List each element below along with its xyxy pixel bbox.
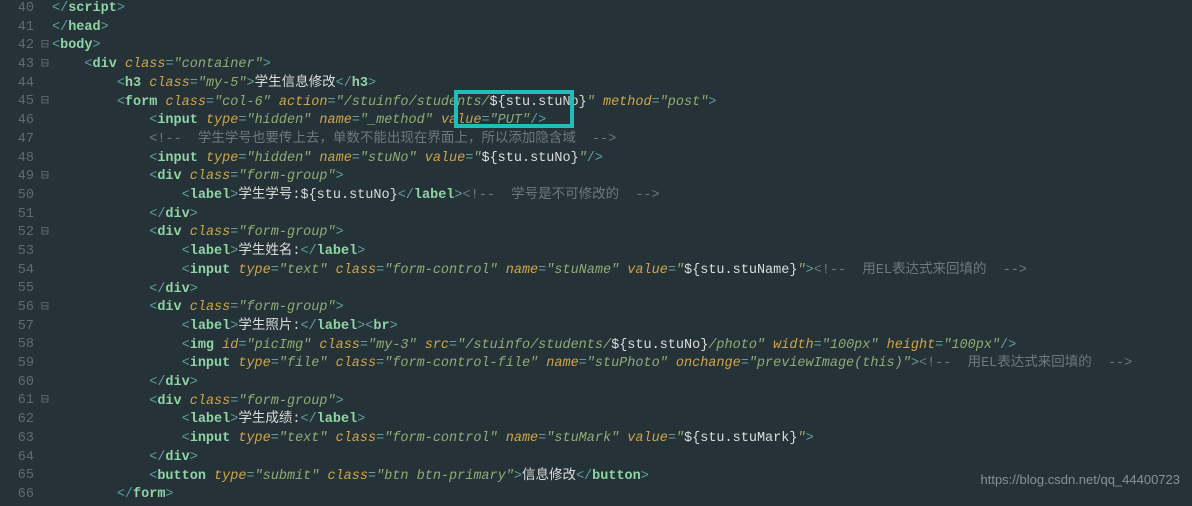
line-number: 62 (0, 411, 34, 430)
fold-toggle (38, 355, 52, 374)
line-number: 42 (0, 37, 34, 56)
line-number: 66 (0, 486, 34, 505)
fold-toggle (38, 243, 52, 262)
line-number: 57 (0, 318, 34, 337)
fold-toggle[interactable]: ⊟ (38, 93, 52, 112)
fold-toggle (38, 430, 52, 449)
line-number: 65 (0, 467, 34, 486)
code-line[interactable]: <div class="form-group"> (52, 168, 1132, 187)
line-number: 40 (0, 0, 34, 19)
code-line[interactable]: <label>学生学号:${stu.stuNo}</label><!-- 学号是… (52, 187, 1132, 206)
code-line[interactable]: <!-- 学生学号也要传上去，单数不能出现在界面上，所以添加隐含域 --> (52, 131, 1132, 150)
code-line[interactable]: <input type="file" class="form-control-f… (52, 355, 1132, 374)
fold-toggle[interactable]: ⊟ (38, 37, 52, 56)
line-number: 54 (0, 262, 34, 281)
fold-toggle (38, 486, 52, 505)
line-number: 41 (0, 19, 34, 38)
code-line[interactable]: <img id="picImg" class="my-3" src="/stui… (52, 337, 1132, 356)
code-line[interactable]: <label>学生姓名:</label> (52, 243, 1132, 262)
code-line[interactable]: </script> (52, 0, 1132, 19)
line-number: 45 (0, 93, 34, 112)
code-line[interactable]: </div> (52, 449, 1132, 468)
code-line[interactable]: <div class="form-group"> (52, 393, 1132, 412)
line-number: 55 (0, 280, 34, 299)
fold-toggle[interactable]: ⊟ (38, 224, 52, 243)
code-line[interactable]: <input type="text" class="form-control" … (52, 262, 1132, 281)
code-line[interactable]: </form> (52, 486, 1132, 505)
line-number: 47 (0, 131, 34, 150)
code-line[interactable]: <h3 class="my-5">学生信息修改</h3> (52, 75, 1132, 94)
line-number: 59 (0, 355, 34, 374)
line-number: 60 (0, 374, 34, 393)
fold-gutter: ⊟⊟⊟⊟⊟⊟⊟ (38, 0, 52, 505)
fold-toggle[interactable]: ⊟ (38, 168, 52, 187)
line-number: 56 (0, 299, 34, 318)
code-line[interactable]: <div class="container"> (52, 56, 1132, 75)
fold-toggle (38, 318, 52, 337)
line-number: 51 (0, 206, 34, 225)
line-number: 52 (0, 224, 34, 243)
code-line[interactable]: <label>学生成绩:</label> (52, 411, 1132, 430)
line-number: 48 (0, 150, 34, 169)
code-line[interactable]: </head> (52, 19, 1132, 38)
code-line[interactable]: <input type="hidden" name="stuNo" value=… (52, 150, 1132, 169)
fold-toggle (38, 411, 52, 430)
fold-toggle (38, 19, 52, 38)
line-number: 61 (0, 392, 34, 411)
line-number: 49 (0, 168, 34, 187)
line-number: 50 (0, 187, 34, 206)
fold-toggle (38, 75, 52, 94)
line-number: 64 (0, 449, 34, 468)
code-line[interactable]: <body> (52, 37, 1132, 56)
code-line[interactable]: <form class="col-6" action="/stuinfo/stu… (52, 94, 1132, 113)
code-line[interactable]: </div> (52, 281, 1132, 300)
line-number: 58 (0, 336, 34, 355)
line-number: 46 (0, 112, 34, 131)
fold-toggle (38, 206, 52, 225)
fold-toggle (38, 336, 52, 355)
code-editor[interactable]: </script></head><body> <div class="conta… (52, 0, 1132, 505)
fold-toggle[interactable]: ⊟ (38, 56, 52, 75)
fold-toggle (38, 187, 52, 206)
line-number: 43 (0, 56, 34, 75)
code-line[interactable]: <input type="hidden" name="_method" valu… (52, 112, 1132, 131)
code-line[interactable]: <label>学生照片:</label><br> (52, 318, 1132, 337)
fold-toggle (38, 131, 52, 150)
line-number: 44 (0, 75, 34, 94)
fold-toggle (38, 0, 52, 19)
code-line[interactable]: </div> (52, 374, 1132, 393)
code-line[interactable]: <input type="text" class="form-control" … (52, 430, 1132, 449)
fold-toggle (38, 112, 52, 131)
code-line[interactable]: <div class="form-group"> (52, 224, 1132, 243)
code-line[interactable]: <div class="form-group"> (52, 299, 1132, 318)
fold-toggle (38, 150, 52, 169)
fold-toggle (38, 374, 52, 393)
line-number: 53 (0, 243, 34, 262)
code-line[interactable]: </div> (52, 206, 1132, 225)
watermark-text: https://blog.csdn.net/qq_44400723 (981, 471, 1181, 490)
fold-toggle (38, 449, 52, 468)
line-number-gutter: 4041424344454647484950515253545556575859… (0, 0, 38, 506)
fold-toggle (38, 280, 52, 299)
fold-toggle[interactable]: ⊟ (38, 392, 52, 411)
fold-toggle (38, 467, 52, 486)
line-number: 63 (0, 430, 34, 449)
fold-toggle (38, 262, 52, 281)
code-line[interactable]: <button type="submit" class="btn btn-pri… (52, 468, 1132, 487)
fold-toggle[interactable]: ⊟ (38, 299, 52, 318)
